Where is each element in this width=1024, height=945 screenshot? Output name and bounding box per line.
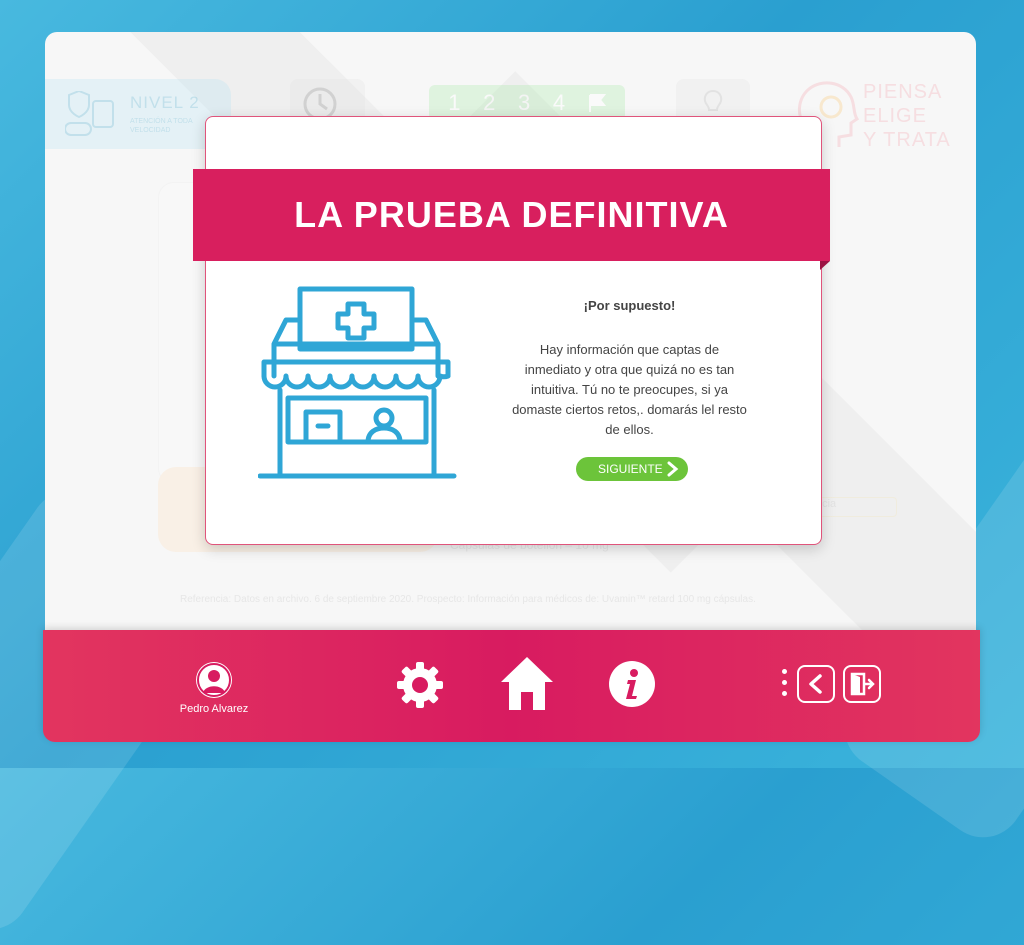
modal-title-ribbon: LA PRUEBA DEFINITIVA: [193, 169, 830, 270]
modal-title: LA PRUEBA DEFINITIVA: [294, 194, 729, 235]
chevron-right-icon: [667, 461, 679, 477]
brand-slogan: PIENSA ELIGE Y TRATA: [863, 80, 951, 152]
back-button[interactable]: [797, 665, 835, 703]
home-icon[interactable]: [499, 654, 555, 712]
modal-message: ¡Por supuesto! Hay información que capta…: [512, 298, 747, 440]
exit-door-icon: [850, 672, 875, 696]
exit-button[interactable]: [843, 665, 881, 703]
step-2: 2: [483, 90, 496, 115]
user-icon: [197, 663, 231, 697]
step-1: 1: [448, 90, 461, 115]
step-4: 4: [552, 90, 566, 115]
slogan-line-2: ELIGE: [863, 105, 927, 127]
chevron-left-icon: [809, 674, 822, 694]
avatar: [196, 662, 232, 698]
level-label: NIVEL 2: [130, 93, 200, 112]
background-option-text: acia: [815, 497, 897, 517]
next-button-label: SIGUIENTE: [598, 462, 663, 476]
step-3: 3: [517, 90, 531, 115]
info-icon[interactable]: [608, 660, 656, 708]
pills-icon: [65, 91, 114, 136]
user-name: Pedro Alvarez: [179, 703, 249, 715]
slogan-line-3: Y TRATA: [863, 129, 951, 151]
more-menu-icon[interactable]: [782, 669, 787, 702]
user-profile[interactable]: Pedro Alvarez: [175, 662, 253, 715]
modal-subtitle: ¡Por supuesto!: [583, 298, 676, 313]
slogan-line-1: PIENSA: [863, 81, 943, 103]
reference-note: Referencia: Datos en archivo. 6 de septi…: [180, 594, 756, 605]
modal-body-text: Hay información que captas de inmediato …: [512, 342, 747, 437]
flag-icon: [588, 94, 606, 112]
level-badge: NIVEL 2 ATENCIÓN A TODA VELOCIDAD: [45, 79, 231, 149]
pharmacy-store-icon: [258, 286, 457, 479]
next-button[interactable]: SIGUIENTE: [576, 457, 688, 481]
gear-icon[interactable]: [395, 660, 445, 710]
footer-bar: Pedro Alvarez: [43, 630, 980, 742]
